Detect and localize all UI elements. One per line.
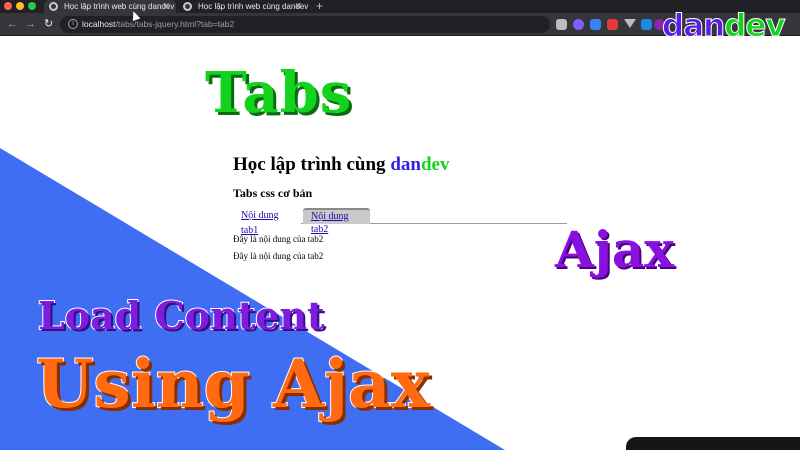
logo-part-dev: dev [724,8,786,45]
overlay-tabs-heading: Tabs [204,59,353,127]
tab-bar: Nội dung tab1 Nội dung tab2 [233,207,567,236]
logo-part-dan: dan [661,8,725,45]
dark-corner-overlay [626,437,800,450]
section-title: Tabs css cơ bản [233,186,313,200]
dandev-logo: dandev [661,6,786,46]
page-title: Học lập trình cùng dandev [233,154,450,175]
overlay-using-ajax-heading: Using Ajax [35,344,431,424]
tab-content-text: Đây là nội dung của tab2 [233,234,324,244]
overlay-load-content-heading: Load Content [37,292,326,339]
tab-content-text: Đây là nội dung của tab2 [233,251,324,261]
tab-content-1[interactable]: Nội dung tab1 [233,208,301,236]
tab-content-2[interactable]: Nội dung tab2 [303,208,370,235]
overlay-ajax-heading: Ajax [554,219,675,280]
